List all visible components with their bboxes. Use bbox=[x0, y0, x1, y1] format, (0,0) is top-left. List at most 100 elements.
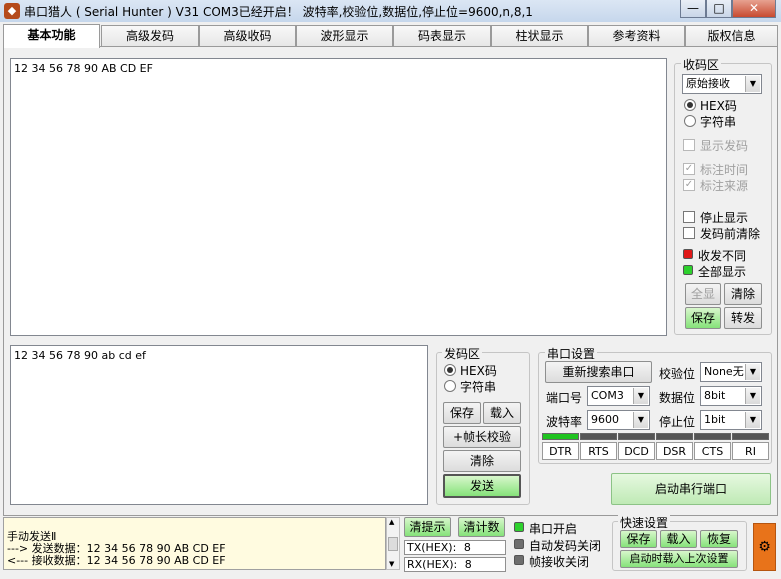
tool-icon[interactable]: ⚙ bbox=[753, 523, 776, 571]
stopbits-select[interactable]: 1bit ▼ bbox=[700, 410, 762, 430]
recv-save-button[interactable]: 保存 bbox=[685, 307, 721, 329]
led-red-icon bbox=[683, 249, 693, 259]
close-button[interactable]: ✕ bbox=[732, 0, 776, 18]
qs-save-button[interactable]: 保存 bbox=[620, 530, 657, 548]
stopbits-label: 停止位 bbox=[659, 415, 696, 429]
led-green-icon bbox=[683, 265, 693, 275]
rx-label: RX(HEX): bbox=[407, 558, 458, 571]
frame-recv-status: 帧接收关闭 bbox=[529, 555, 590, 569]
tab-bar: 基本功能 高级发码 高级收码 波形显示 码表显示 柱状显示 参考资料 版权信息 bbox=[3, 24, 778, 48]
port-settings-title: 串口设置 bbox=[545, 345, 598, 362]
led-frame-recv-icon bbox=[514, 555, 524, 565]
tab-copyright[interactable]: 版权信息 bbox=[685, 25, 778, 47]
stop-display-checkbox[interactable] bbox=[683, 211, 695, 223]
qs-autoload-button[interactable]: 启动时载入上次设置 bbox=[620, 550, 738, 568]
recv-clear-button[interactable]: 清除 bbox=[724, 283, 762, 305]
parity-value: None无 bbox=[704, 365, 744, 378]
tx-label: TX(HEX): bbox=[407, 541, 457, 554]
receive-textarea[interactable]: 12 34 56 78 90 AB CD EF bbox=[10, 58, 667, 336]
send-hex-label: HEX码 bbox=[460, 364, 497, 378]
auto-send-status: 自动发码关闭 bbox=[529, 539, 602, 553]
stop-display-label: 停止显示 bbox=[700, 211, 749, 225]
clear-counts-button[interactable]: 清计数 bbox=[458, 517, 505, 537]
port-value: COM3 bbox=[591, 389, 624, 402]
baud-label: 波特率 bbox=[546, 415, 583, 429]
ri-button[interactable]: RI bbox=[732, 442, 769, 460]
forward-button[interactable]: 转发 bbox=[724, 307, 762, 329]
scroll-down-icon[interactable]: ▼ bbox=[389, 560, 394, 568]
databits-select[interactable]: 8bit ▼ bbox=[700, 386, 762, 406]
mark-source-label: 标注来源 bbox=[700, 179, 749, 193]
tx-counter: TX(HEX): 8 bbox=[404, 540, 506, 555]
send-clear-button[interactable]: 清除 bbox=[443, 450, 521, 472]
dtr-indicator bbox=[542, 433, 579, 440]
scroll-up-icon[interactable]: ▲ bbox=[389, 518, 394, 526]
databits-label: 数据位 bbox=[659, 391, 696, 405]
tab-basic[interactable]: 基本功能 bbox=[3, 24, 100, 48]
tab-advanced-receive[interactable]: 高级收码 bbox=[199, 25, 296, 47]
rescan-ports-button[interactable]: 重新搜索串口 bbox=[545, 361, 652, 383]
recv-hex-label: HEX码 bbox=[700, 99, 737, 113]
receive-mode-select[interactable]: 原始接收 ▼ bbox=[682, 74, 762, 94]
clear-tips-button[interactable]: 清提示 bbox=[404, 517, 451, 537]
chevron-down-icon: ▼ bbox=[745, 412, 760, 428]
window-title: 串口猎人 ( Serial Hunter ) V31 COM3已经开启！ 波特率… bbox=[24, 5, 533, 19]
tab-waveform[interactable]: 波形显示 bbox=[296, 25, 393, 47]
send-text-radio[interactable] bbox=[444, 380, 456, 392]
rx-counter: RX(HEX): 8 bbox=[404, 557, 506, 572]
dsr-button[interactable]: DSR bbox=[656, 442, 693, 460]
mark-time-checkbox[interactable]: ✓ bbox=[683, 163, 695, 175]
chevron-down-icon: ▼ bbox=[633, 388, 648, 404]
tab-reference[interactable]: 参考资料 bbox=[588, 25, 685, 47]
all-display-label[interactable]: 全部显示 bbox=[698, 263, 746, 280]
port-select[interactable]: COM3 ▼ bbox=[587, 386, 650, 406]
minimize-button[interactable]: — bbox=[680, 0, 706, 18]
send-button[interactable]: 发送 bbox=[443, 474, 521, 498]
rts-indicator bbox=[580, 433, 617, 440]
stopbits-value: 1bit bbox=[704, 413, 726, 426]
recv-text-label: 字符串 bbox=[700, 115, 737, 129]
send-save-button[interactable]: 保存 bbox=[443, 402, 481, 424]
tab-code-table[interactable]: 码表显示 bbox=[393, 25, 491, 47]
clear-before-send-label: 发码前清除 bbox=[700, 227, 761, 241]
dtr-button[interactable]: DTR bbox=[542, 442, 579, 460]
full-display-button[interactable]: 全显 bbox=[685, 283, 721, 305]
qs-restore-button[interactable]: 恢复 bbox=[700, 530, 738, 548]
open-port-button[interactable]: 启动串行端口 bbox=[611, 473, 771, 505]
quick-settings-title: 快速设置 bbox=[618, 514, 671, 531]
cts-indicator bbox=[694, 433, 731, 440]
receive-mode-value: 原始接收 bbox=[686, 77, 730, 90]
log-scrollbar[interactable]: ▲ ▼ bbox=[386, 517, 400, 570]
frame-check-button[interactable]: +帧长校验 bbox=[443, 426, 521, 448]
app-icon: ◆ bbox=[4, 3, 20, 19]
diff-display-label[interactable]: 收发不同 bbox=[698, 247, 746, 264]
parity-select[interactable]: None无 ▼ bbox=[700, 362, 762, 382]
send-textarea[interactable]: 12 34 56 78 90 ab cd ef bbox=[10, 345, 428, 505]
title-bar: ◆ 串口猎人 ( Serial Hunter ) V31 COM3已经开启！ 波… bbox=[0, 0, 781, 22]
chevron-down-icon: ▼ bbox=[745, 76, 760, 92]
port-open-status: 串口开启 bbox=[529, 522, 578, 536]
led-port-open-icon bbox=[514, 522, 524, 532]
dcd-button[interactable]: DCD bbox=[618, 442, 655, 460]
scroll-thumb[interactable] bbox=[388, 537, 398, 551]
cts-button[interactable]: CTS bbox=[694, 442, 731, 460]
baud-select[interactable]: 9600 ▼ bbox=[587, 410, 650, 430]
maximize-button[interactable]: □ bbox=[706, 0, 732, 18]
recv-text-radio[interactable] bbox=[684, 115, 696, 127]
send-hex-radio[interactable] bbox=[444, 364, 456, 376]
recv-hex-radio[interactable] bbox=[684, 99, 696, 111]
clear-before-send-checkbox[interactable] bbox=[683, 227, 695, 239]
mark-source-checkbox[interactable]: ✓ bbox=[683, 179, 695, 191]
parity-label: 校验位 bbox=[659, 367, 696, 381]
send-load-button[interactable]: 载入 bbox=[483, 402, 521, 424]
dcd-indicator bbox=[618, 433, 655, 440]
ri-indicator bbox=[732, 433, 769, 440]
show-send-checkbox[interactable] bbox=[683, 139, 695, 151]
rts-button[interactable]: RTS bbox=[580, 442, 617, 460]
show-send-label: 显示发码 bbox=[700, 139, 749, 153]
tab-advanced-send[interactable]: 高级发码 bbox=[101, 25, 199, 47]
rx-value: 8 bbox=[464, 558, 472, 571]
mark-time-label: 标注时间 bbox=[700, 163, 749, 177]
qs-load-button[interactable]: 载入 bbox=[660, 530, 697, 548]
tab-bar-chart[interactable]: 柱状显示 bbox=[491, 25, 588, 47]
